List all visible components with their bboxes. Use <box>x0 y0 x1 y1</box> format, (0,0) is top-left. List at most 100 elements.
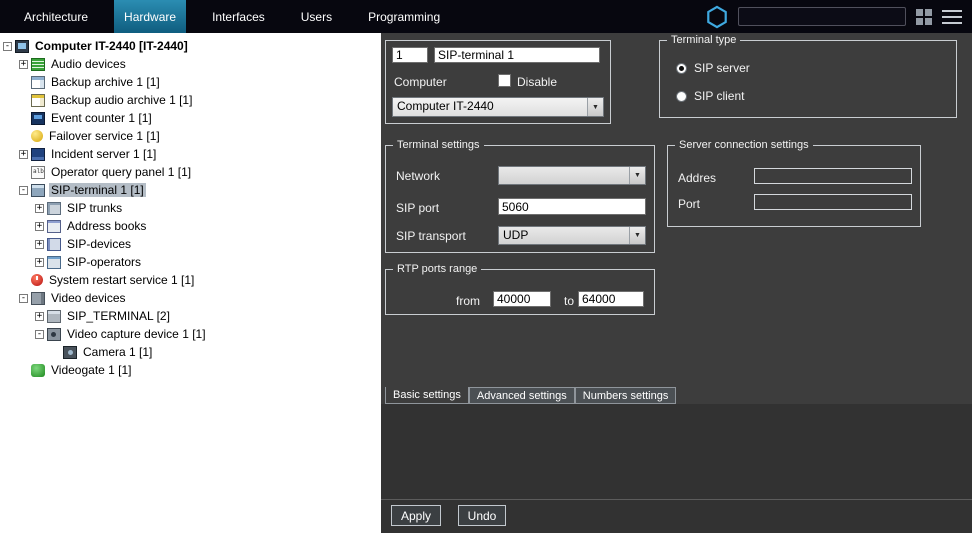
rtp-ports-title: RTP ports range <box>393 262 481 276</box>
tree-item-label: Failover service 1 [1] <box>47 129 162 143</box>
topbar-right <box>706 0 962 33</box>
sip-transport-label: SIP transport <box>396 229 466 243</box>
terminal-type-title: Terminal type <box>667 33 740 47</box>
address-label: Addres <box>678 171 716 185</box>
apply-button[interactable]: Apply <box>391 505 441 526</box>
terminal-id-input[interactable] <box>392 47 428 63</box>
topbar: Architecture Hardware Interfaces Users Progr… <box>0 0 972 33</box>
terminal-settings-group: Terminal settings Network ▼ SIP port SIP… <box>385 145 655 253</box>
menu-item-architecture[interactable]: Architecture <box>14 0 98 33</box>
terminal-settings-title: Terminal settings <box>393 138 484 152</box>
tree-item-label: Incident server 1 [1] <box>49 147 158 161</box>
tree-item-label: SIP trunks <box>65 201 124 215</box>
sip-operators-icon <box>47 256 61 269</box>
tree-item-computer-it-2440-it-2440[interactable]: - Computer IT-2440 [IT-2440] <box>0 37 381 55</box>
tree-item-event-counter-1-1[interactable]: Event counter 1 [1] <box>0 109 381 127</box>
tree-item-address-books[interactable]: + Address books <box>0 217 381 235</box>
expand-toggle[interactable]: - <box>35 330 44 339</box>
radio-button[interactable] <box>676 91 687 102</box>
tree-item-system-restart-service-1-1[interactable]: System restart service 1 [1] <box>0 271 381 289</box>
menu-item-users[interactable]: Users <box>291 0 342 33</box>
tree-item-label: Video devices <box>49 291 128 305</box>
expand-toggle[interactable]: - <box>19 186 28 195</box>
port-input[interactable] <box>754 194 912 210</box>
rtp-to-input[interactable] <box>578 291 644 307</box>
tree-item-label: Address books <box>65 219 148 233</box>
disable-checkbox[interactable] <box>498 74 511 87</box>
apps-grid-icon[interactable] <box>916 9 932 25</box>
sip-transport-select-value: UDP <box>499 227 629 244</box>
tree-item-label: Event counter 1 [1] <box>49 111 154 125</box>
tree-item-incident-server-1-1[interactable]: + Incident server 1 [1] <box>0 145 381 163</box>
server-connection-title: Server connection settings <box>675 138 813 152</box>
disable-label: Disable <box>517 75 557 89</box>
port-label: Port <box>678 197 700 211</box>
operator-query-panel-icon <box>31 166 45 179</box>
sip-port-input[interactable] <box>498 198 646 215</box>
terminal-header-group: Computer Disable Computer IT-2440 ▼ <box>385 40 611 124</box>
computer-select[interactable]: Computer IT-2440 ▼ <box>392 97 604 117</box>
computer-select-value: Computer IT-2440 <box>393 98 587 116</box>
tree-item-backup-archive-1-1[interactable]: Backup archive 1 [1] <box>0 73 381 91</box>
tree-item-sip-terminal-1-1[interactable]: - SIP-terminal 1 [1] <box>0 181 381 199</box>
radio-label: SIP server <box>694 61 750 75</box>
tree-item-sip-devices[interactable]: + SIP-devices <box>0 235 381 253</box>
radio-option-sip-server[interactable]: SIP server <box>676 61 750 75</box>
expand-toggle[interactable]: + <box>35 258 44 267</box>
tree-item-backup-audio-archive-1-1[interactable]: Backup audio archive 1 [1] <box>0 91 381 109</box>
expand-toggle[interactable]: + <box>35 204 44 213</box>
expand-toggle[interactable]: + <box>19 150 28 159</box>
hamburger-menu-icon[interactable] <box>942 10 962 24</box>
sip-terminal-group-icon <box>47 310 61 323</box>
tree-item-video-devices[interactable]: - Video devices <box>0 289 381 307</box>
tab-basic-settings[interactable]: Basic settings <box>385 387 469 404</box>
tree-item-operator-query-panel-1-1[interactable]: Operator query panel 1 [1] <box>0 163 381 181</box>
menu-item-programming[interactable]: Programming <box>358 0 450 33</box>
backup-archive-icon <box>31 76 45 89</box>
expand-toggle[interactable]: - <box>19 294 28 303</box>
tree-item-sip-operators[interactable]: + SIP-operators <box>0 253 381 271</box>
rtp-from-label: from <box>456 294 480 308</box>
tree-item-label: SIP-terminal 1 [1] <box>49 183 146 197</box>
radio-button[interactable] <box>676 63 687 74</box>
video-devices-icon <box>31 292 45 305</box>
tree-item-video-capture-device-1-1[interactable]: -Video capture device 1 [1] <box>0 325 381 343</box>
tree-item-label: SIP-devices <box>65 237 133 251</box>
expand-toggle[interactable]: + <box>19 60 28 69</box>
tree-item-audio-devices[interactable]: +Audio devices <box>0 55 381 73</box>
expand-spacer <box>19 366 28 375</box>
tree-item-label: Backup archive 1 [1] <box>49 75 162 89</box>
expand-toggle[interactable]: + <box>35 222 44 231</box>
tab-numbers-settings[interactable]: Numbers settings <box>575 387 677 404</box>
menu-item-interfaces[interactable]: Interfaces <box>202 0 275 33</box>
rtp-to-label: to <box>564 294 574 308</box>
address-input[interactable] <box>754 168 912 184</box>
network-label: Network <box>396 169 440 183</box>
tree-item-label: SIP-operators <box>65 255 143 269</box>
menu-item-hardware[interactable]: Hardware <box>114 0 186 33</box>
tree-item-camera-1-1[interactable]: Camera 1 [1] <box>0 343 381 361</box>
tree-item-label: Computer IT-2440 [IT-2440] <box>33 39 190 53</box>
sip-trunks-icon <box>47 202 61 215</box>
tree-item-sip-trunks[interactable]: + SIP trunks <box>0 199 381 217</box>
server-connection-group: Server connection settings Addres Port <box>667 145 921 227</box>
sip-transport-select[interactable]: UDP ▼ <box>498 226 646 245</box>
chevron-down-icon: ▼ <box>587 98 603 116</box>
network-select[interactable]: ▼ <box>498 166 646 185</box>
radio-option-sip-client[interactable]: SIP client <box>676 89 750 103</box>
chevron-down-icon: ▼ <box>629 227 645 244</box>
search-input[interactable] <box>738 7 906 26</box>
undo-button[interactable]: Undo <box>458 505 506 526</box>
tree-item-videogate-1-1[interactable]: Videogate 1 [1] <box>0 361 381 379</box>
tab-advanced-settings[interactable]: Advanced settings <box>469 387 575 404</box>
expand-toggle[interactable]: + <box>35 240 44 249</box>
button-separator <box>381 499 972 500</box>
expand-toggle[interactable]: + <box>35 312 44 321</box>
tree-item-sip-terminal-2[interactable]: +SIP_TERMINAL [2] <box>0 307 381 325</box>
terminal-name-input[interactable] <box>434 47 600 63</box>
expand-spacer <box>19 96 28 105</box>
tree-item-label: Camera 1 [1] <box>81 345 154 359</box>
rtp-from-input[interactable] <box>493 291 551 307</box>
tree-item-failover-service-1-1[interactable]: Failover service 1 [1] <box>0 127 381 145</box>
expand-toggle[interactable]: - <box>3 42 12 51</box>
